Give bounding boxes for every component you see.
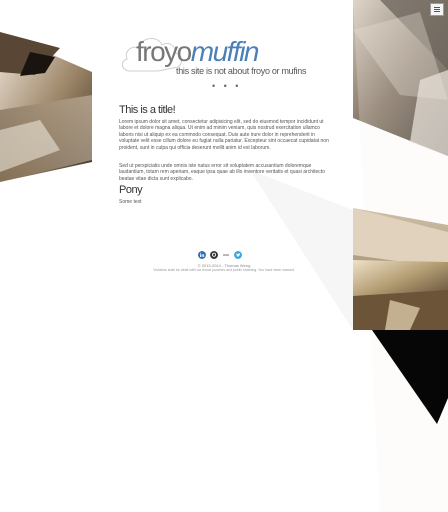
logo-muffin: muffin [190,36,260,67]
body-paragraph: Lorem ipsum dolor sit amet, consectetur … [119,119,329,151]
logo-wordmark: froyomuffin [136,36,260,67]
site-tagline: this site is not about froyo or mufins [176,66,307,76]
twitter-icon[interactable] [234,251,242,259]
disclaimer-text: Violators shall be dealt with via throat… [153,268,295,272]
section-text: Some text [119,199,142,205]
page-content: froyomuffin this site is not about froyo… [0,0,448,512]
menu-button[interactable] [430,3,444,16]
linkedin-icon[interactable] [198,251,206,259]
section-heading: Pony [119,184,143,196]
ellipsis-divider: • • • [212,81,242,91]
hamburger-menu-icon-line [434,9,440,10]
more-icon[interactable] [222,251,230,259]
site-logo[interactable]: froyomuffin this site is not about froyo… [118,33,318,81]
github-icon[interactable] [210,251,218,259]
hamburger-menu-icon-line [434,11,440,12]
hamburger-menu-icon [434,7,440,8]
body-paragraph: Sed ut perspiciatis unde omnis iste natu… [119,163,325,182]
page-title: This is a title! [119,104,176,116]
logo-froyo: froyo [136,36,192,67]
